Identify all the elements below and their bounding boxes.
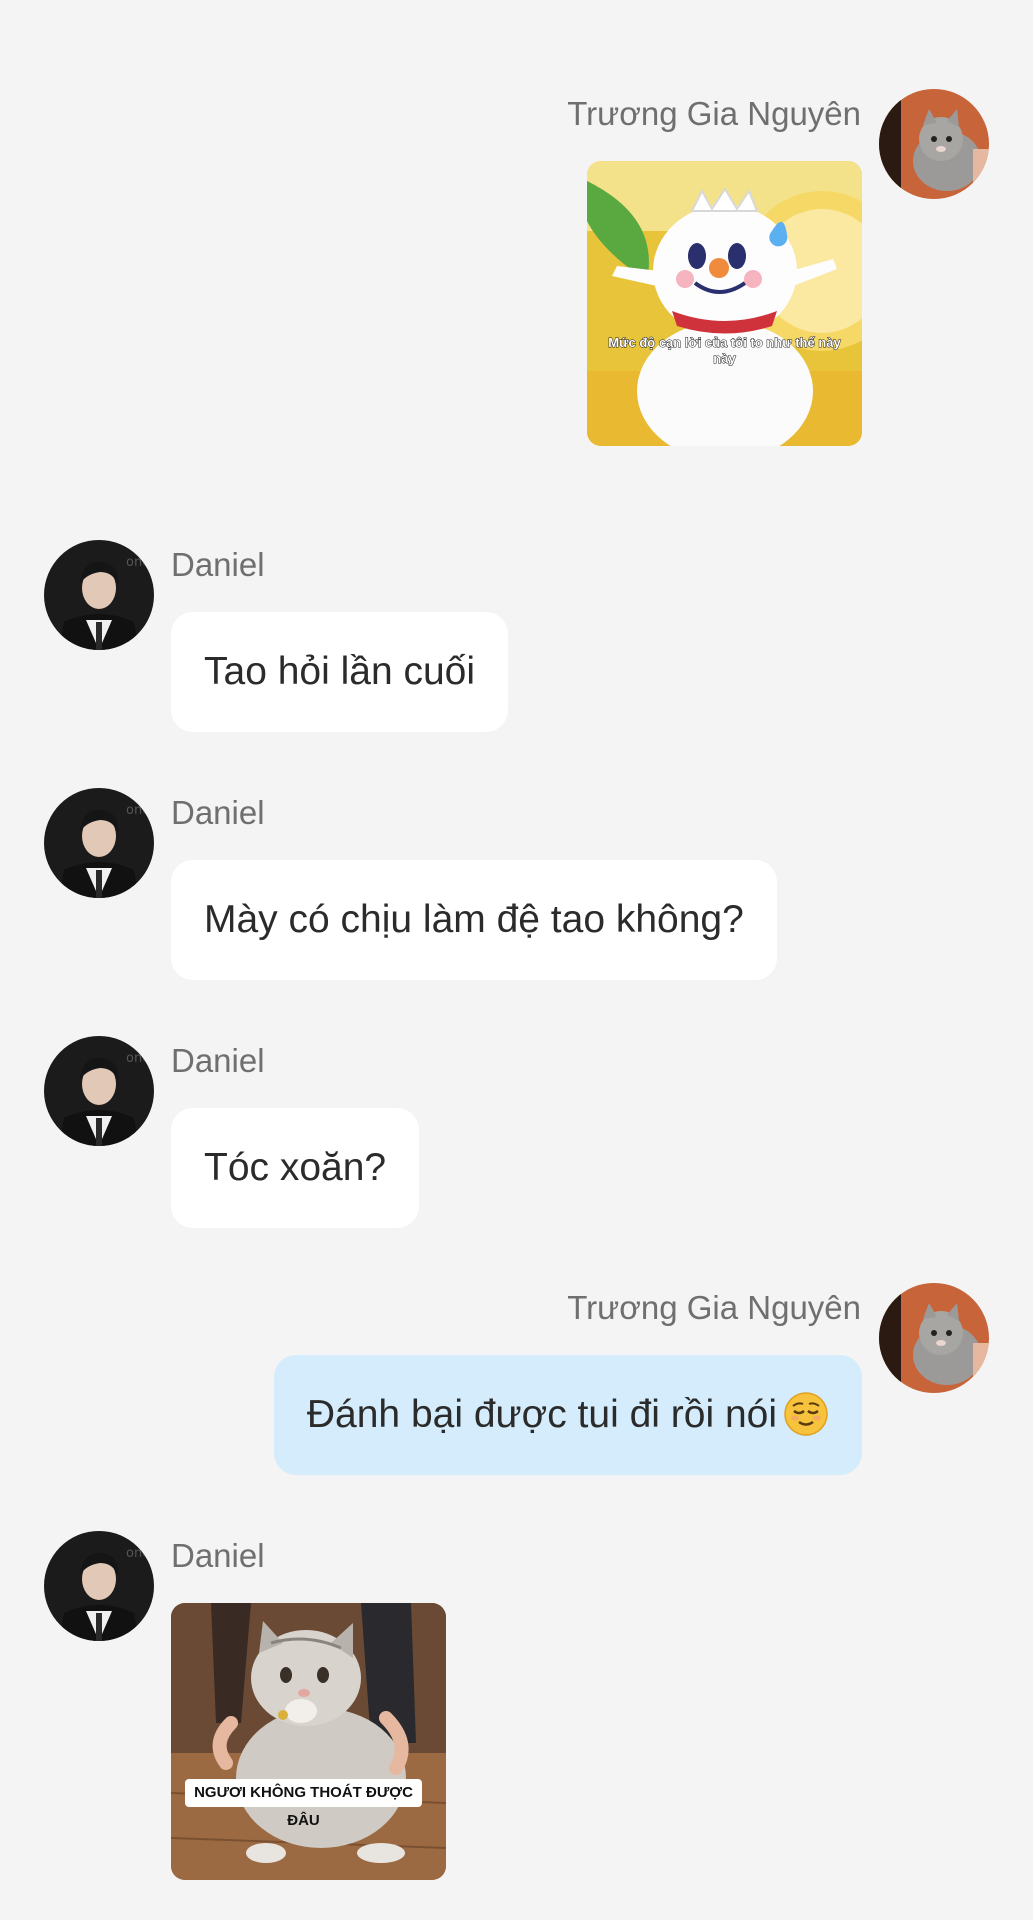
message-bubble[interactable]: Mày có chịu làm đệ tao không? (171, 860, 777, 980)
sender-name: Trương Gia Nguyên (567, 95, 861, 132)
sender-name: Daniel (171, 1537, 265, 1574)
svg-text:one: one (126, 803, 150, 818)
sticker-caption: Mức độ cạn lời của tôi to như thế này nà… (608, 335, 841, 367)
sticker-caption: NGƯƠI KHÔNG THOÁT ĐƯỢC ĐÂU (194, 1784, 413, 1829)
cat-sticker[interactable]: NGƯƠI KHÔNG THOÁT ĐƯỢC ĐÂU (171, 1603, 446, 1880)
sender-name: Trương Gia Nguyên (567, 1289, 861, 1326)
avatar-person-icon[interactable]: one (44, 1531, 154, 1641)
message-text: Đánh bại được tui đi rồi nói (306, 1393, 777, 1436)
avatar-cat-icon[interactable] (879, 89, 989, 199)
svg-text:one: one (126, 1546, 150, 1561)
avatar-person-icon[interactable]: one (44, 540, 154, 650)
svg-text:one: one (126, 555, 150, 570)
sender-name: Daniel (171, 794, 265, 831)
message-bubble[interactable]: Tóc xoăn? (171, 1108, 420, 1228)
sender-name: Daniel (171, 1042, 265, 1079)
avatar-person-icon[interactable]: one (44, 1036, 154, 1146)
message-bubble[interactable]: Đánh bại được tui đi rồi nói (273, 1355, 862, 1475)
avatar-cat-icon[interactable] (879, 1283, 989, 1393)
sender-name: Daniel (171, 546, 265, 583)
chat-thread: Trương Gia Nguyên Mức độ cạn lời của tôi… (0, 0, 1033, 1920)
message-bubble[interactable]: Tao hỏi lần cuối (171, 612, 509, 732)
relieved-face-icon (784, 1391, 828, 1436)
avatar-person-icon[interactable]: one (44, 788, 154, 898)
snowman-sticker[interactable]: Mức độ cạn lời của tôi to như thế này nà… (587, 161, 862, 446)
svg-text:one: one (126, 1051, 150, 1066)
